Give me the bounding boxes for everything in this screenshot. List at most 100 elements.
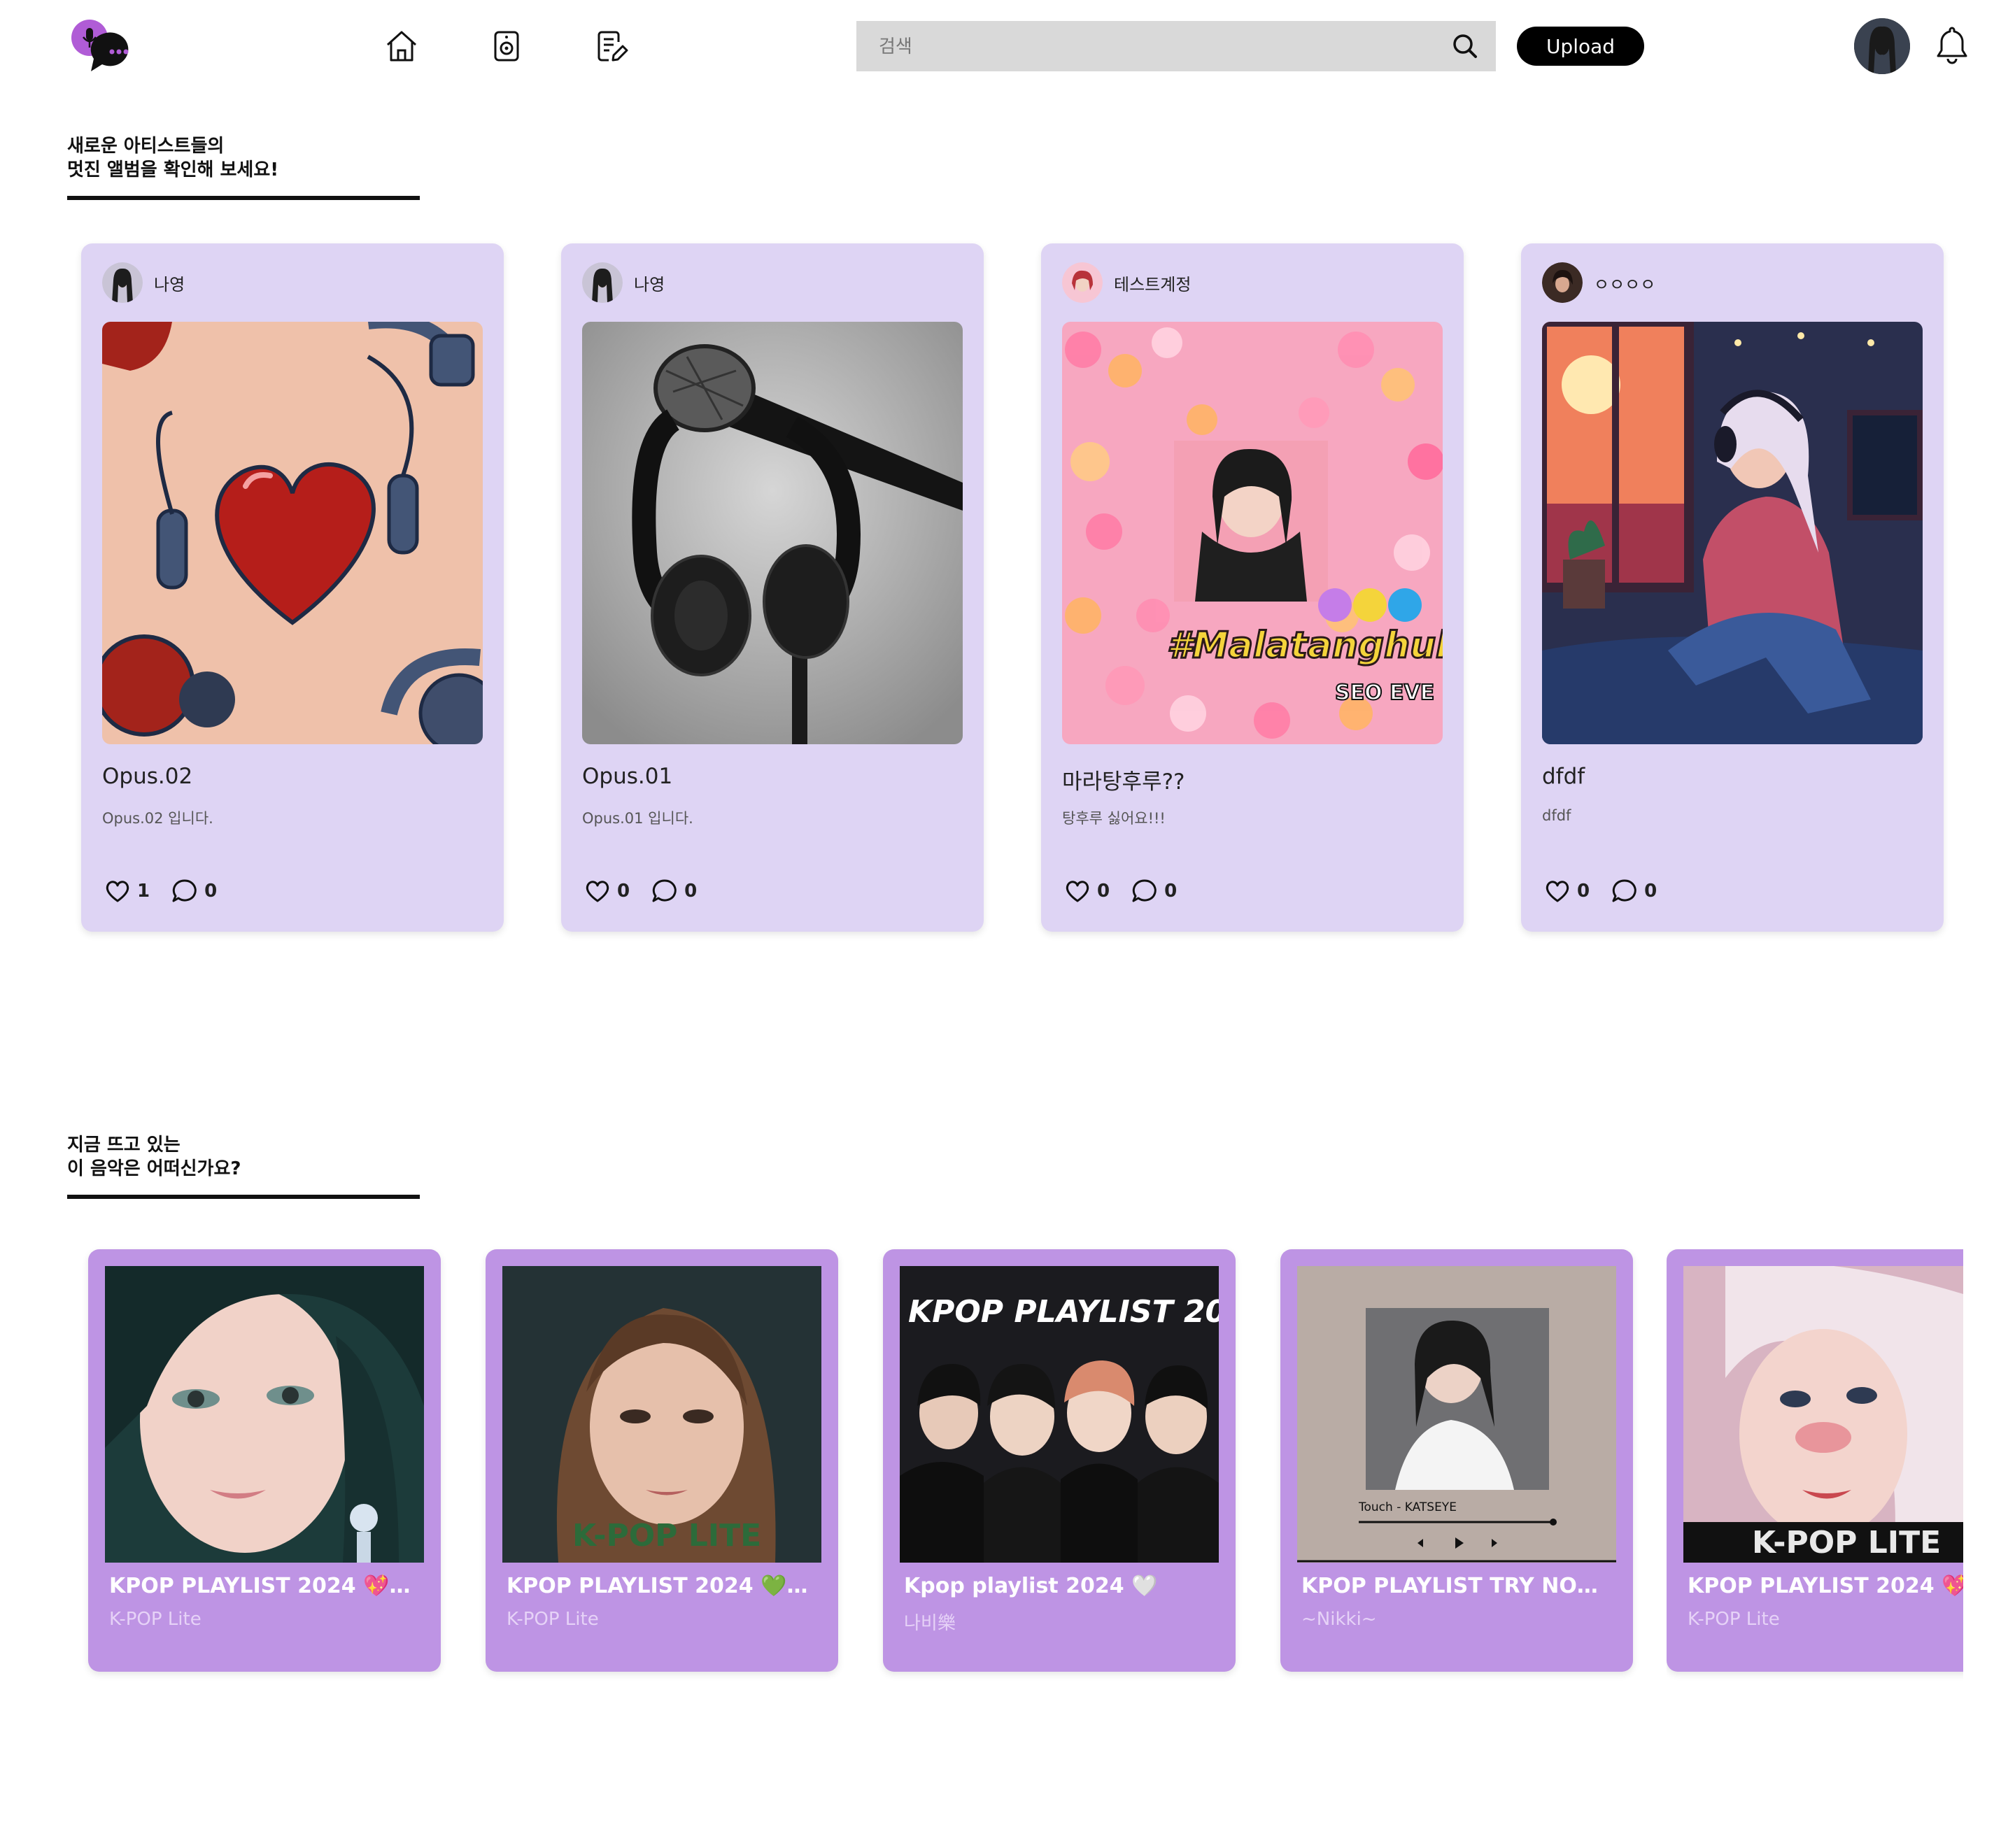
playlist-card[interactable]: K-POP LITE KPOP PLAYLIST 2024 💖 ... K-PO… [1667, 1249, 1963, 1672]
album-cover[interactable] [582, 322, 963, 744]
like-count: 1 [137, 881, 150, 902]
card-author[interactable]: ㅇㅇㅇㅇ [1542, 262, 1655, 304]
author-avatar [102, 262, 143, 303]
card-author[interactable]: 나영 [582, 262, 665, 304]
author-name: 테스트계정 [1114, 274, 1192, 294]
portrait-thumbnail-icon: K-POP LITE [1683, 1266, 1963, 1563]
heart-icon [1066, 881, 1089, 902]
playlist-channel: ~Nikki~ [1301, 1609, 1377, 1630]
album-description: dfdf [1542, 807, 1571, 824]
like-count: 0 [1097, 881, 1110, 902]
playlist-card[interactable]: Touch - KATSEYE KPOP PLAYLIST TRY NOT ..… [1280, 1249, 1633, 1672]
section-title-line: 지금 뜨고 있는 [67, 1135, 181, 1156]
album-cover[interactable] [1542, 322, 1923, 744]
user-avatar[interactable] [1854, 18, 1910, 74]
notification-button[interactable] [1932, 24, 1972, 66]
album-title: 마라탕후루?? [1062, 769, 1185, 795]
comment-icon [652, 879, 677, 902]
like-button[interactable]: 1 [102, 876, 150, 907]
author-name: 나영 [154, 274, 185, 294]
playlist-thumbnail[interactable] [105, 1266, 424, 1563]
carousel-viewport-edge: K-POP LITE KPOP PLAYLIST 2024 💖 ... K-PO… [1667, 1249, 1963, 1697]
music-player-icon [494, 31, 519, 62]
thumbnail-caption: K-POP LITE [572, 1518, 761, 1554]
album-cover[interactable]: #Malatanghulu SEO EVE [1062, 322, 1443, 744]
art-caption: #Malatanghulu [1167, 625, 1443, 667]
album-card[interactable]: ㅇㅇㅇㅇ dfdf dfdf 0 0 [1521, 243, 1944, 932]
card-author[interactable]: 테스트계정 [1062, 262, 1191, 304]
playlist-channel: K-POP Lite [109, 1609, 202, 1630]
album-card[interactable]: 테스트계정 #Malatanghulu SEO EVE 마라 [1041, 243, 1464, 932]
like-button[interactable]: 0 [582, 876, 630, 907]
playlist-thumbnail[interactable]: K-POP LITE [1683, 1266, 1963, 1563]
album-title: dfdf [1542, 764, 1585, 789]
card-author[interactable]: 나영 [102, 262, 185, 304]
album-card[interactable]: 나영 Opus.02 Opus.02 입니다. 1 0 [81, 243, 504, 932]
heart-icon [586, 881, 609, 902]
playlist-card[interactable]: KPOP PLAYLIST 2024 💖 ... K-POP Lite [88, 1249, 441, 1672]
comment-count: 0 [1644, 881, 1657, 902]
portrait-thumbnail-icon [105, 1266, 424, 1563]
group-thumbnail-icon: KPOP PLAYLIST 2024 [900, 1266, 1219, 1563]
comment-count: 0 [1164, 881, 1178, 902]
playlist-card[interactable]: KPOP PLAYLIST 2024 Kpop playlist 2024 🤍 … [883, 1249, 1236, 1672]
album-card[interactable]: 나영 Opus.01 Opus.01 입니다. 0 0 [561, 243, 984, 932]
search-input[interactable] [877, 21, 1443, 73]
card-stats: 1 0 [102, 876, 236, 907]
search-icon[interactable] [1450, 31, 1480, 62]
author-avatar [1542, 262, 1583, 303]
comment-button[interactable]: 0 [169, 876, 217, 907]
section-underline [67, 1195, 420, 1199]
thumbnail-caption: K-POP LITE [1752, 1525, 1941, 1561]
playlist-thumbnail[interactable]: K-POP LITE [502, 1266, 821, 1563]
playlist-title: KPOP PLAYLIST 2024 💖 ... [109, 1574, 417, 1598]
art-caption: SEO EVE [1335, 681, 1434, 705]
author-avatar [1062, 262, 1103, 303]
comment-button[interactable]: 0 [1609, 876, 1657, 907]
playlist-thumbnail[interactable]: KPOP PLAYLIST 2024 [900, 1266, 1219, 1563]
portrait-thumbnail-icon: K-POP LITE [502, 1266, 821, 1563]
playlist-title: KPOP PLAYLIST 2024 💚 ... [507, 1574, 814, 1598]
card-stats: 0 0 [582, 876, 716, 907]
thumbnail-caption: Touch - KATSEYE [1358, 1500, 1457, 1514]
playlist-title: Kpop playlist 2024 🤍 [904, 1574, 1158, 1598]
playlist-thumbnail[interactable]: Touch - KATSEYE [1297, 1266, 1616, 1563]
author-name: ㅇㅇㅇㅇ [1594, 274, 1656, 294]
edit-note-icon [598, 31, 628, 62]
music-player-thumbnail-icon: Touch - KATSEYE [1297, 1266, 1616, 1563]
playlist-card[interactable]: K-POP LITE KPOP PLAYLIST 2024 💚 ... K-PO… [486, 1249, 838, 1672]
playlist-channel: K-POP Lite [1688, 1609, 1780, 1630]
playlist-title: KPOP PLAYLIST 2024 💖 ... [1688, 1574, 1963, 1598]
like-button[interactable]: 0 [1062, 876, 1110, 907]
card-stats: 0 0 [1062, 876, 1196, 907]
album-title: Opus.02 [102, 764, 193, 789]
nav-player-button[interactable] [487, 27, 526, 66]
comment-count: 0 [204, 881, 218, 902]
nav-home-button[interactable] [382, 27, 421, 66]
comment-button[interactable]: 0 [1129, 876, 1177, 907]
home-icon [386, 31, 417, 62]
trending-section-title: 지금 뜨고 있는 이 음악은 어떠신가요? [67, 1133, 241, 1181]
like-count: 0 [1577, 881, 1590, 902]
section-title-line: 이 음악은 어떠신가요? [67, 1158, 241, 1179]
lofi-girl-art-icon [1542, 322, 1923, 744]
comment-count: 0 [684, 881, 698, 902]
album-description: Opus.01 입니다. [582, 810, 693, 827]
thumbnail-caption: KPOP PLAYLIST 2024 [908, 1294, 1219, 1330]
nav-post-button[interactable] [592, 27, 631, 66]
comment-button[interactable]: 0 [649, 876, 697, 907]
microphone-headphones-art-icon [582, 322, 963, 744]
card-stats: 0 0 [1542, 876, 1676, 907]
album-cover[interactable] [102, 322, 483, 744]
new-albums-section-title: 새로운 아티스트들의 멋진 앨범을 확인해 보세요! [67, 134, 278, 182]
author-avatar [582, 262, 623, 303]
bell-icon [1937, 27, 1967, 64]
heart-headphones-art-icon [102, 322, 483, 744]
section-title-line: 새로운 아티스트들의 [67, 136, 225, 157]
comment-icon [1132, 879, 1157, 902]
app-logo[interactable] [70, 18, 140, 74]
top-navigation-bar: Upload [0, 0, 2015, 98]
upload-button[interactable]: Upload [1517, 27, 1644, 66]
like-button[interactable]: 0 [1542, 876, 1590, 907]
heart-icon [1546, 881, 1569, 902]
